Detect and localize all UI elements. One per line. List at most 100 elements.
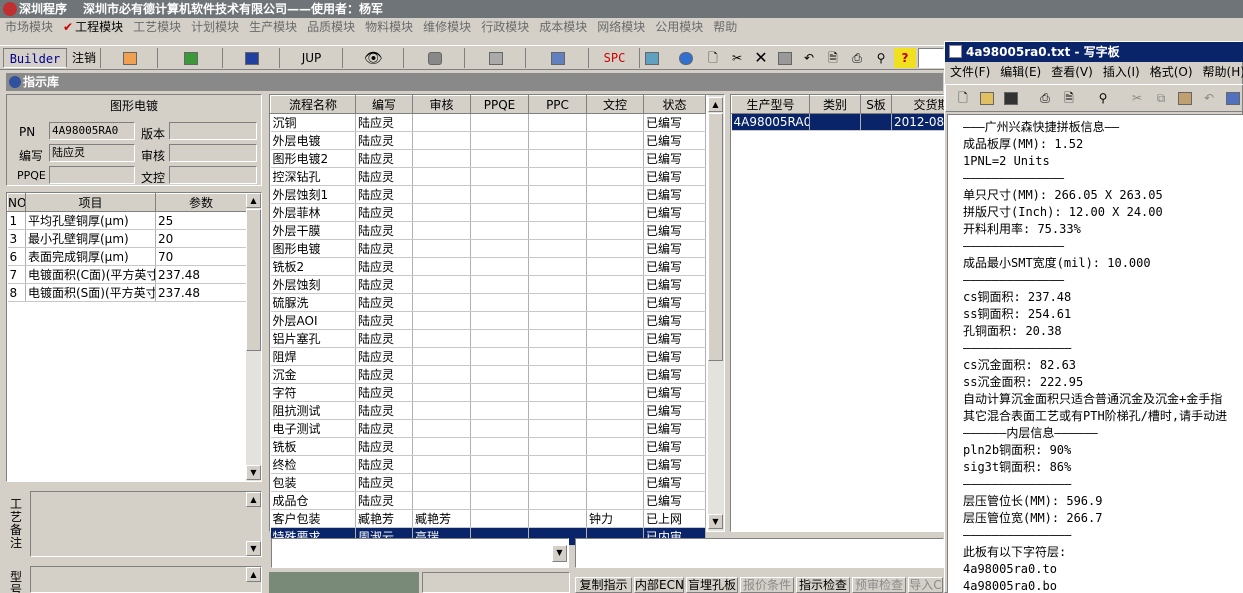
remark-scroll-up-icon[interactable]: ▲ — [246, 492, 261, 507]
menu-item[interactable]: 公用模块 — [650, 18, 708, 37]
wp-open-button[interactable] — [976, 88, 998, 109]
combo-dropdown-icon[interactable]: ▼ — [552, 545, 567, 562]
bottom-action-button[interactable]: 内部ECN — [634, 577, 684, 593]
table-row[interactable]: 外层AOI 陆应灵 已编写 — [270, 311, 706, 330]
orders-column-header[interactable]: 类别 — [809, 95, 861, 114]
table-row[interactable]: 铝片塞孔 陆应灵 已编写 — [270, 329, 706, 348]
table-row[interactable]: 客户包装 臧艳芳 臧艳芳 钟力 已上网 — [270, 509, 706, 528]
delete-button[interactable]: ✕ — [750, 48, 772, 68]
process-column-header[interactable]: 流程名称 — [270, 95, 356, 114]
bottom-action-button[interactable]: 报价条件 — [740, 577, 794, 593]
params-column-header[interactable]: 项目 — [25, 193, 156, 212]
wordpad-menu-item[interactable]: 插入(I) — [1098, 63, 1145, 82]
builder-button[interactable]: Builder — [3, 48, 67, 68]
print-button[interactable]: ⎙ — [846, 48, 868, 68]
menu-item[interactable]: 物料模块 — [360, 18, 418, 37]
table-row[interactable]: 阻焊 陆应灵 已编写 — [270, 347, 706, 366]
ppt-button[interactable] — [102, 48, 158, 68]
model-field[interactable]: ▲ — [30, 566, 262, 593]
table-row[interactable]: 控深钻孔 陆应灵 已编写 — [270, 167, 706, 186]
network-button[interactable] — [466, 48, 526, 68]
process-column-header[interactable]: PPC — [528, 95, 587, 114]
process-column-header[interactable]: 状态 — [643, 95, 706, 114]
computer-button[interactable] — [527, 48, 589, 68]
jup-button[interactable]: JUP — [281, 48, 343, 68]
ppqe-field[interactable] — [49, 166, 135, 184]
version-field[interactable] — [169, 122, 257, 140]
scroll-thumb[interactable] — [246, 209, 261, 351]
table-row[interactable]: 铣板2 陆应灵 已编写 — [270, 257, 706, 276]
orders-column-header[interactable]: S板 — [860, 95, 892, 114]
table-row[interactable]: 铣板 陆应灵 已编写 — [270, 437, 706, 456]
wordpad-document[interactable]: ———广州兴森快捷拼板信息—— 成品板厚(MM): 1.52 1PNL=2 Unit… — [947, 114, 1243, 593]
toolbar-field[interactable] — [918, 48, 944, 68]
params-column-header[interactable]: NO — [7, 193, 26, 212]
wp-find-button[interactable]: ⚲ — [1092, 88, 1114, 109]
table-row[interactable]: 外层蚀刻 陆应灵 已编写 — [270, 275, 706, 294]
wp-save-button[interactable] — [1000, 88, 1022, 109]
menu-item[interactable]: 工艺模块 — [128, 18, 186, 37]
table-row[interactable]: 阻抗测试 陆应灵 已编写 — [270, 401, 706, 420]
review-field[interactable] — [169, 144, 257, 162]
bottom-action-button[interactable]: 指示检查 — [796, 577, 850, 593]
table-row[interactable]: 8 电镀面积(S面)(平方英寸) 237.48 — [7, 283, 247, 302]
pn-field[interactable]: 4A98005RA0 — [49, 122, 135, 140]
spc-button[interactable]: SPC — [590, 48, 640, 68]
help-button[interactable]: ? — [894, 48, 916, 68]
undo-button[interactable]: ↶ — [798, 48, 820, 68]
menu-item[interactable]: 帮助 — [708, 18, 742, 37]
wordpad-menu-item[interactable]: 编辑(E) — [995, 63, 1046, 82]
process-scroll-thumb[interactable] — [708, 113, 723, 361]
table-row[interactable]: 1 平均孔壁铜厚(μm) 25 — [7, 211, 247, 230]
wp-datetime-button[interactable] — [1222, 88, 1243, 109]
calc-button[interactable] — [641, 48, 663, 68]
menu-item[interactable]: 维修模块 — [418, 18, 476, 37]
save-button[interactable] — [774, 48, 796, 68]
logout-button[interactable]: 注销 — [68, 48, 101, 68]
table-row[interactable]: 沉铜 陆应灵 已编写 — [270, 113, 706, 132]
writer-field[interactable]: 陆应灵 — [49, 144, 135, 162]
process-scroll-up-icon[interactable]: ▲ — [708, 97, 723, 112]
table-row[interactable]: 外层干膜 陆应灵 已编写 — [270, 221, 706, 240]
table-row[interactable]: 外层菲林 陆应灵 已编写 — [270, 203, 706, 222]
wp-paste-button[interactable] — [1174, 88, 1196, 109]
wp-new-button[interactable]: 🗋 — [952, 88, 974, 109]
process-column-header[interactable]: 编写 — [355, 95, 413, 114]
remark-scroll-down-icon[interactable]: ▼ — [246, 541, 261, 556]
new-button[interactable]: 🗋 — [702, 48, 724, 68]
cut-button[interactable]: ✂ — [726, 48, 748, 68]
wordpad-menu-item[interactable]: 查看(V) — [1046, 63, 1098, 82]
scroll-up-icon[interactable]: ▲ — [246, 193, 261, 208]
table-row[interactable]: 沉金 陆应灵 已编写 — [270, 365, 706, 384]
wp-print-button[interactable]: ⎙ — [1034, 88, 1056, 109]
menu-item[interactable]: 网络模块 — [592, 18, 650, 37]
menu-item[interactable]: 市场模块 — [0, 18, 58, 37]
menu-item[interactable]: 计划模块 — [186, 18, 244, 37]
menu-item[interactable]: 行政模块 — [476, 18, 534, 37]
bottom-action-button[interactable]: 复制指示 — [575, 577, 632, 593]
menu-item[interactable]: 成本模块 — [534, 18, 592, 37]
wp-cut-button[interactable]: ✂ — [1126, 88, 1148, 109]
orders-column-header[interactable]: 生产型号 — [731, 95, 810, 114]
table-row[interactable]: 外层电镀 陆应灵 已编写 — [270, 131, 706, 150]
process-column-header[interactable]: 审核 — [412, 95, 471, 114]
table-row[interactable]: 6 表面完成铜厚(μm) 70 — [7, 247, 247, 266]
wordpad-menu-item[interactable]: 文件(F) — [945, 63, 995, 82]
table-row[interactable]: 字符 陆应灵 已编写 — [270, 383, 706, 402]
table-row[interactable]: 成品仓 陆应灵 已编写 — [270, 491, 706, 510]
table-row[interactable]: 图形电镀2 陆应灵 已编写 — [270, 149, 706, 168]
params-scrollbar[interactable]: ▲ ▼ — [246, 193, 261, 481]
table-row[interactable]: 3 最小孔壁铜厚(μm) 20 — [7, 229, 247, 248]
doccontrol-field[interactable] — [169, 166, 257, 184]
scroll-down-icon[interactable]: ▼ — [246, 465, 261, 480]
table-row[interactable]: 7 电镀面积(C面)(平方英寸) 237.48 — [7, 265, 247, 284]
view-button[interactable]: 👁 — [344, 48, 404, 68]
find-button[interactable]: ⚲ — [870, 48, 892, 68]
word-button[interactable] — [224, 48, 280, 68]
table-row[interactable]: 电子测试 陆应灵 已编写 — [270, 419, 706, 438]
bottom-action-button[interactable]: 导入C — [908, 577, 943, 593]
menu-item[interactable]: ✔ 工程模块 — [58, 18, 128, 37]
process-scroll-down-icon[interactable]: ▼ — [708, 514, 723, 529]
model-scroll-up-icon[interactable]: ▲ — [246, 567, 261, 582]
wp-copy-button[interactable]: ⧉ — [1150, 88, 1172, 109]
